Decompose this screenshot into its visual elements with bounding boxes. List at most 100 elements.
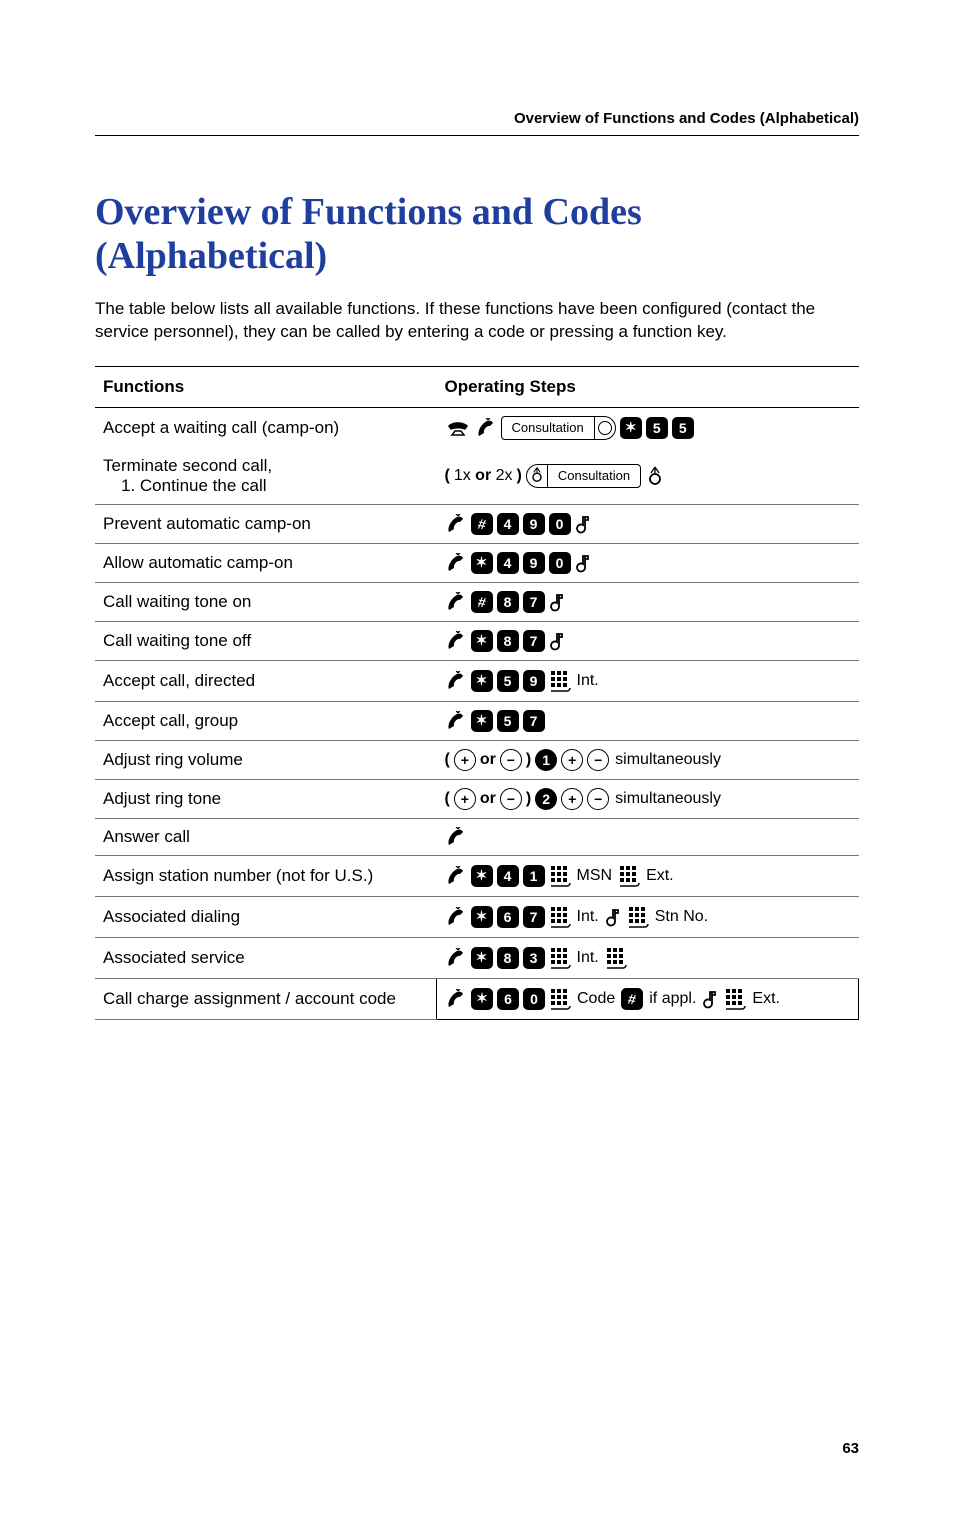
handset-up-icon [445,671,467,691]
star-key-icon [471,865,493,887]
paren-open: ( [445,751,450,769]
functions-table: Functions Operating Steps Accept a waiti… [95,366,859,1020]
table-row: Adjust ring tone ( or ) 2 simultaneously [95,779,859,818]
operating-steps: 6 0 Code if appl. Ext. [437,978,859,1019]
table-row: Answer call [95,818,859,855]
digit-key-icon: 4 [497,865,519,887]
digit-key-icon: 4 [497,552,519,574]
col-steps: Operating Steps [437,366,859,407]
keypad-icon [549,987,571,1011]
int-label: Int. [577,908,599,926]
function-name: Accept call, directed [95,660,437,701]
plus-key-icon [561,788,583,810]
digit-key-icon: 7 [523,710,545,732]
digit-key-icon: 6 [497,988,519,1010]
digit-key-icon: 7 [523,906,545,928]
star-key-icon [471,906,493,928]
repeat-label-close: ) [517,467,522,485]
table-row: Call waiting tone on 8 7 [95,582,859,621]
button-lamp-on-icon [527,466,547,486]
function-name: Answer call [95,818,437,855]
digit-key-icon: 5 [497,710,519,732]
digit-key-icon: 5 [672,417,694,439]
int-label: Int. [577,672,599,690]
msn-label: MSN [577,867,613,885]
function-name: Allow automatic camp-on [95,543,437,582]
star-key-icon [471,670,493,692]
star-key-icon [471,988,493,1010]
digit-key-icon: 7 [523,630,545,652]
operating-steps: 8 3 Int. [437,937,859,978]
operating-steps: 8 7 [437,621,859,660]
digit-key-icon: 3 [523,947,545,969]
page-title: Overview of Functions and Codes (Alphabe… [95,190,859,278]
or-label: or [480,751,496,769]
function-name: Call waiting tone off [95,621,437,660]
tone-icon [575,553,593,573]
int-label: Int. [577,949,599,967]
handset-up-icon [445,592,467,612]
digit-key-icon: 8 [497,591,519,613]
table-row: Call charge assignment / account code 6 … [95,978,859,1019]
ext-label: Ext. [752,990,780,1008]
running-header: Overview of Functions and Codes (Alphabe… [514,110,859,127]
digit-key-icon: 5 [497,670,519,692]
minus-key-icon [587,788,609,810]
function-name: Adjust ring volume [95,740,437,779]
table-row: Assign station number (not for U.S.) 4 1… [95,855,859,896]
hash-key-icon [621,988,643,1010]
keypad-icon [618,864,640,888]
handset-up-icon [445,711,467,731]
header-rule [95,135,859,136]
tone-icon [575,514,593,534]
button-label: Consultation [547,465,640,487]
operating-steps [437,818,859,855]
or-label: or [480,790,496,808]
operating-steps: ( or ) 1 simultaneously [437,740,859,779]
table-row: Prevent automatic camp-on 4 9 0 [95,504,859,543]
digit-key-icon: 0 [549,552,571,574]
digit-key-icon: 8 [497,947,519,969]
plus-key-icon [561,749,583,771]
function-name: Prevent automatic camp-on [95,504,437,543]
handset-up-icon [445,948,467,968]
function-name: Terminate second call, 1. Continue the c… [95,448,437,505]
function-line1: Terminate second call, [103,456,429,476]
intro-paragraph: The table below lists all available func… [95,298,859,344]
operating-steps: (1x or 2x) Consultation [437,448,859,505]
operating-steps: 4 1 MSN Ext. [437,855,859,896]
keypad-icon [549,864,571,888]
minus-key-icon [500,749,522,771]
star-key-icon [620,417,642,439]
digit-key-icon: 2 [535,788,557,810]
operating-steps: 6 7 Int. Stn No. [437,896,859,937]
minus-key-icon [587,749,609,771]
function-line2: 1. Continue the call [103,476,429,496]
handset-up-icon [445,989,467,1009]
simultaneously-label: simultaneously [615,751,721,769]
if-appl-label: if appl. [649,990,696,1008]
operating-steps: Consultation 5 5 [437,407,859,448]
function-name: Call charge assignment / account code [95,978,437,1019]
table-row: Call waiting tone off 8 7 [95,621,859,660]
page: Overview of Functions and Codes (Alphabe… [0,0,954,1517]
operating-steps: 4 9 0 [437,504,859,543]
function-name: Associated dialing [95,896,437,937]
table-row: Associated dialing 6 7 Int. Stn No. [95,896,859,937]
page-number: 63 [95,1440,859,1457]
operating-steps: 5 9 Int. [437,660,859,701]
paren-close: ) [526,751,531,769]
hash-key-icon [471,591,493,613]
handset-up-icon [445,553,467,573]
paren-open: ( [445,790,450,808]
table-row: Accept call, group 5 7 [95,701,859,740]
lamp-icon [645,465,665,487]
keypad-icon [724,987,746,1011]
handset-down-icon [445,418,471,438]
plus-key-icon [454,749,476,771]
tone-icon [605,907,623,927]
tone-icon [549,631,567,651]
col-functions: Functions [95,366,437,407]
digit-key-icon: 9 [523,670,545,692]
stn-no-label: Stn No. [655,908,708,926]
